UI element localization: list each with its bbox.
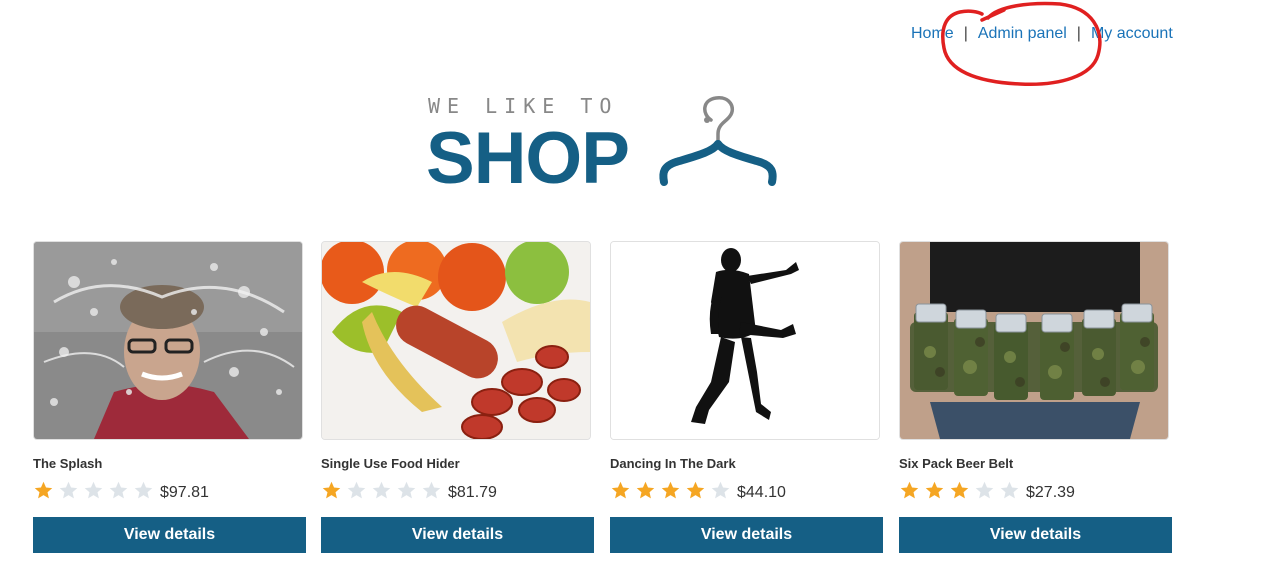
star-empty-icon	[108, 480, 129, 501]
view-details-button[interactable]: View details	[899, 517, 1172, 553]
star-filled-icon	[33, 480, 54, 501]
product-name: The Splash	[33, 456, 103, 471]
product-price: $97.81	[160, 484, 209, 501]
star-empty-icon	[710, 480, 731, 501]
view-details-button[interactable]: View details	[321, 517, 594, 553]
product-card: The Splash $97.81 View details	[33, 241, 308, 553]
star-empty-icon	[346, 480, 367, 501]
product-name: Single Use Food Hider	[321, 456, 460, 471]
product-image-food-hider[interactable]	[321, 241, 591, 440]
beer-belt-photo	[900, 242, 1168, 439]
product-card: Dancing In The Dark $44.10 View details	[610, 241, 885, 553]
view-details-button[interactable]: View details	[610, 517, 883, 553]
star-filled-icon	[660, 480, 681, 501]
star-empty-icon	[999, 480, 1020, 501]
product-image-splash[interactable]	[33, 241, 303, 440]
product-price: $44.10	[737, 484, 786, 501]
product-rating: $44.10	[610, 477, 885, 503]
hanger-icon	[659, 96, 777, 186]
view-details-button[interactable]: View details	[33, 517, 306, 553]
product-card: Six Pack Beer Belt $27.39 View details	[899, 241, 1174, 553]
star-empty-icon	[83, 480, 104, 501]
product-rating: $97.81	[33, 477, 308, 503]
product-rating: $27.39	[899, 477, 1174, 503]
star-empty-icon	[133, 480, 154, 501]
star-empty-icon	[371, 480, 392, 501]
star-empty-icon	[396, 480, 417, 501]
banana-sausage-photo	[322, 242, 590, 439]
star-empty-icon	[58, 480, 79, 501]
product-card: Single Use Food Hider $81.79 View detail…	[321, 241, 596, 553]
star-filled-icon	[635, 480, 656, 501]
product-image-beer-belt[interactable]	[899, 241, 1169, 440]
product-name: Six Pack Beer Belt	[899, 456, 1014, 471]
logo-tagline: WE LIKE TO	[428, 94, 619, 118]
logo-wordmark: SHOP	[426, 118, 630, 199]
site-logo[interactable]: WE LIKE TO SHOP	[426, 92, 786, 199]
star-filled-icon	[949, 480, 970, 501]
star-empty-icon	[421, 480, 442, 501]
star-empty-icon	[974, 480, 995, 501]
red-annotation-circle	[941, 1, 1102, 86]
star-filled-icon	[321, 480, 342, 501]
star-filled-icon	[610, 480, 631, 501]
product-image-dancing[interactable]	[610, 241, 880, 440]
splash-photo	[34, 242, 302, 439]
product-price: $27.39	[1026, 484, 1075, 501]
product-price: $81.79	[448, 484, 497, 501]
product-name: Dancing In The Dark	[610, 456, 736, 471]
dancer-silhouette	[611, 242, 879, 439]
star-filled-icon	[924, 480, 945, 501]
product-rating: $81.79	[321, 477, 596, 503]
star-filled-icon	[899, 480, 920, 501]
star-filled-icon	[685, 480, 706, 501]
